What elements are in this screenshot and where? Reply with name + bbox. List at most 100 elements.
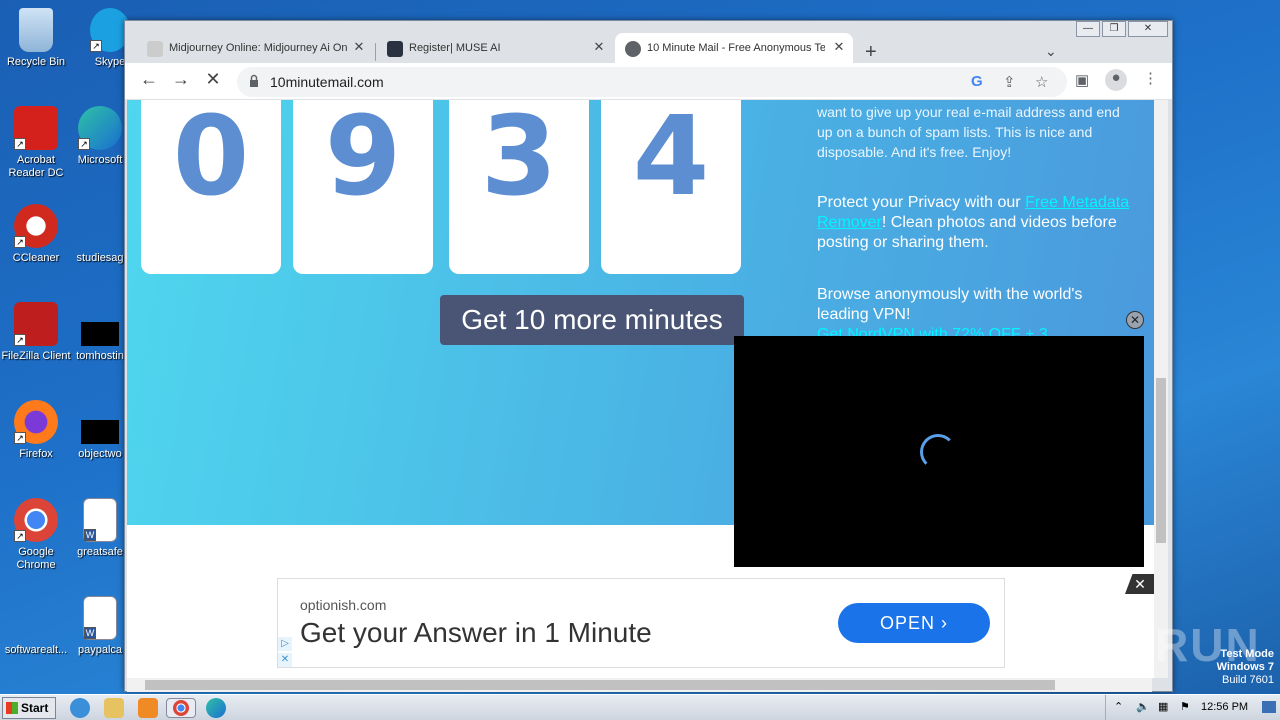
tab-close-button[interactable]: ✕ bbox=[351, 39, 367, 55]
vpn-text: Browse anonymously with the world's lead… bbox=[817, 286, 1083, 323]
desktop-icon-ccleaner[interactable]: ↗ CCleaner bbox=[0, 204, 72, 265]
test-mode-line: Windows 7 bbox=[1216, 661, 1274, 673]
start-label: Start bbox=[21, 701, 49, 715]
url-text: 10minutemail.com bbox=[270, 74, 384, 90]
google-translate-icon[interactable]: G bbox=[971, 73, 983, 90]
scroll-thumb[interactable] bbox=[1156, 378, 1166, 543]
edge-taskbar-icon[interactable] bbox=[206, 698, 226, 718]
vpn-promo: Browse anonymously with the world's lead… bbox=[817, 285, 1137, 339]
profile-avatar-icon[interactable]: ● bbox=[1105, 69, 1127, 91]
ad-open-button[interactable]: OPEN › bbox=[838, 603, 990, 643]
address-bar[interactable]: 10minutemail.com G ⇪ ☆ bbox=[237, 67, 1067, 97]
ad-close-small-icon[interactable]: ✕ bbox=[278, 653, 292, 667]
forward-button[interactable]: → bbox=[169, 69, 193, 90]
desktop-icon-chrome[interactable]: ↗ Google Chrome bbox=[0, 498, 72, 572]
taskbar-clock[interactable]: 12:56 PM bbox=[1201, 701, 1248, 713]
loading-spinner-icon bbox=[920, 434, 956, 470]
video-ad-close-button[interactable]: ✕ bbox=[1126, 311, 1144, 329]
desktop-icon-firefox[interactable]: ↗ Firefox bbox=[0, 400, 72, 461]
desktop-icon-acrobat[interactable]: ↗ Acrobat Reader DC bbox=[0, 106, 72, 180]
volume-icon[interactable]: 🔈 bbox=[1136, 700, 1150, 713]
new-tab-button[interactable]: + bbox=[865, 41, 877, 64]
tab-muse-ai[interactable]: Register| MUSE AI ✕ bbox=[387, 33, 607, 63]
filezilla-icon: ↗ bbox=[14, 302, 58, 346]
file-icon bbox=[78, 204, 122, 248]
shortcut-arrow-icon: ↗ bbox=[14, 138, 26, 150]
media-player-icon[interactable] bbox=[138, 698, 158, 718]
get-more-minutes-button[interactable]: Get 10 more minutes bbox=[440, 295, 744, 345]
timer-digit: 9 bbox=[293, 100, 433, 274]
tab-midjourney[interactable]: Midjourney Online: Midjourney Ai Onl ✕ bbox=[147, 33, 367, 63]
ad-banner-close-button[interactable]: ✕ bbox=[1125, 574, 1154, 594]
scroll-thumb[interactable] bbox=[145, 680, 1055, 690]
desktop-icon-softwarealt[interactable]: softwarealt... bbox=[0, 596, 72, 657]
tab-10minutemail[interactable]: 10 Minute Mail - Free Anonymous Te ✕ bbox=[615, 33, 853, 63]
sailboat-icon bbox=[147, 41, 163, 57]
lock-icon bbox=[250, 74, 258, 87]
back-button[interactable]: ← bbox=[137, 69, 161, 90]
video-ad-player[interactable] bbox=[734, 336, 1144, 567]
globe-icon bbox=[625, 41, 641, 57]
desktop-icon-label: Firefox bbox=[19, 448, 53, 460]
desktop-icon-recycle-bin[interactable]: Recycle Bin bbox=[0, 8, 72, 69]
shortcut-arrow-icon: ↗ bbox=[90, 40, 102, 52]
tab-separator bbox=[375, 43, 376, 61]
chrome-icon: ↗ bbox=[14, 498, 58, 542]
timer-digit: 0 bbox=[141, 100, 281, 274]
action-center-flag-icon[interactable]: ⚑ bbox=[1180, 700, 1190, 713]
firefox-icon: ↗ bbox=[14, 400, 58, 444]
taskbar: Start ⌃ 🔈 ▦ ⚑ 12:56 PM bbox=[0, 694, 1280, 720]
internet-explorer-icon[interactable] bbox=[70, 698, 90, 718]
windows-logo-icon bbox=[6, 702, 18, 714]
word-doc-icon: W bbox=[83, 596, 117, 640]
desktop-icon-label: FileZilla Client bbox=[1, 350, 71, 362]
shortcut-arrow-icon: ↗ bbox=[14, 530, 26, 542]
shortcut-arrow-icon: ↗ bbox=[78, 138, 90, 150]
tab-close-button[interactable]: ✕ bbox=[591, 39, 607, 55]
tab-title: 10 Minute Mail - Free Anonymous Te bbox=[647, 42, 825, 54]
horizontal-scrollbar[interactable] bbox=[127, 678, 1152, 692]
share-icon[interactable]: ⇪ bbox=[1003, 73, 1016, 91]
desktop-icon-label: CCleaner bbox=[12, 252, 60, 264]
tab-close-button[interactable]: ✕ bbox=[831, 39, 847, 55]
browser-window: — ❐ ✕ Midjourney Online: Midjourney Ai O… bbox=[124, 20, 1173, 692]
test-mode-line: Build 7601 bbox=[1222, 674, 1274, 686]
adchoices-icon[interactable]: ▷ bbox=[278, 637, 292, 651]
intro-text: want to give up your real e-mail address… bbox=[817, 104, 1120, 160]
tab-title: Midjourney Online: Midjourney Ai Onl bbox=[169, 42, 347, 54]
stop-loading-button[interactable]: ✕ bbox=[201, 69, 225, 90]
file-icon bbox=[81, 420, 119, 444]
start-button[interactable]: Start bbox=[2, 697, 56, 719]
show-desktop-icon[interactable] bbox=[1262, 701, 1276, 713]
tray-expand-icon[interactable]: ⌃ bbox=[1114, 700, 1123, 713]
page-viewport: 0 9 3 4 Get 10 more minutes want to give… bbox=[127, 100, 1154, 678]
privacy-prefix: Protect your Privacy with our bbox=[817, 194, 1026, 211]
desktop-icon-label: Google Chrome bbox=[16, 546, 56, 571]
recycle-bin-icon bbox=[19, 8, 53, 52]
ad-open-label: OPEN bbox=[879, 613, 935, 633]
file-icon bbox=[14, 596, 58, 640]
desktop-icon-label: softwarealt... bbox=[4, 644, 68, 656]
file-explorer-icon[interactable] bbox=[104, 698, 124, 718]
tab-strip: Midjourney Online: Midjourney Ai Onl ✕ R… bbox=[125, 29, 1172, 63]
kebab-menu-icon[interactable]: ⋮ bbox=[1143, 69, 1158, 87]
ccleaner-icon: ↗ bbox=[14, 204, 58, 248]
system-tray: ⌃ 🔈 ▦ ⚑ 12:56 PM bbox=[1105, 695, 1280, 720]
ad-banner[interactable]: optionish.com Get your Answer in 1 Minut… bbox=[277, 578, 1005, 668]
word-doc-icon: W bbox=[83, 498, 117, 542]
muse-logo-icon bbox=[387, 41, 403, 57]
side-panel-icon[interactable]: ▣ bbox=[1075, 71, 1089, 89]
desktop-icon-label: Recycle Bin bbox=[6, 56, 66, 68]
chrome-taskbar-icon[interactable] bbox=[166, 698, 196, 718]
vertical-scrollbar[interactable] bbox=[1154, 100, 1168, 678]
network-icon[interactable]: ▦ bbox=[1158, 700, 1168, 713]
timer-digit: 3 bbox=[449, 100, 589, 274]
tab-title: Register| MUSE AI bbox=[409, 42, 501, 54]
browser-toolbar: ← → ✕ 10minutemail.com G ⇪ ☆ ▣ ● ⋮ bbox=[125, 63, 1172, 99]
desktop-icon-filezilla[interactable]: ↗ FileZilla Client bbox=[0, 302, 72, 363]
bookmark-star-icon[interactable]: ☆ bbox=[1035, 73, 1048, 91]
tab-search-button[interactable]: ⌄ bbox=[1045, 43, 1057, 60]
desktop-icon-label: Acrobat Reader DC bbox=[8, 154, 64, 179]
privacy-promo: Protect your Privacy with our Free Metad… bbox=[817, 193, 1137, 253]
test-mode-line: Test Mode bbox=[1220, 648, 1274, 660]
